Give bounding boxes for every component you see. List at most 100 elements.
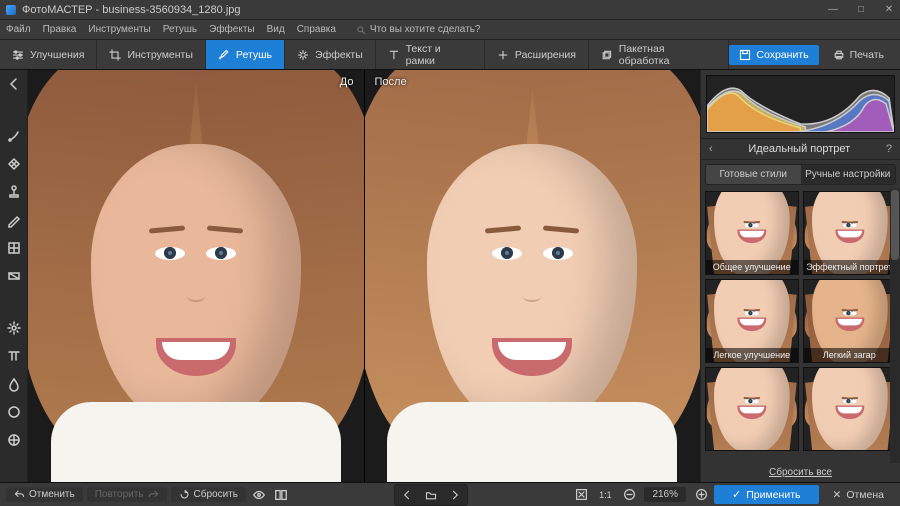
preset-label: Эффектный портрет [804,260,896,274]
next-icon[interactable] [444,486,466,504]
reset-button[interactable]: Сбросить [171,487,246,502]
canvas[interactable]: До После [28,70,700,482]
grid-icon[interactable] [6,240,22,256]
tab-batch-label: Пакетная обработка [619,43,717,67]
tab-batch[interactable]: Пакетная обработка [589,40,729,69]
menu-search-placeholder: Что вы хотите сделать? [370,24,481,35]
prev-icon[interactable] [396,486,418,504]
plus-icon [497,49,509,61]
preset-item[interactable] [705,367,799,451]
zoom-in-icon[interactable] [692,486,710,504]
pencil-icon[interactable] [6,212,22,228]
heal-icon[interactable] [6,128,22,144]
menu-view[interactable]: Вид [267,24,285,35]
toolbar: Улучшения Инструменты Ретушь Эффекты Тек… [0,40,900,70]
menu-retouch[interactable]: Ретушь [163,24,197,35]
panel-title: Идеальный портрет [748,143,850,155]
stamp-icon[interactable] [6,184,22,200]
fit-icon[interactable] [572,486,590,504]
search-icon [356,25,366,35]
tab-extensions[interactable]: Расширения [485,40,589,69]
cancel-button[interactable]: ✕Отмена [823,486,895,504]
panel-back-icon[interactable]: ‹ [709,143,713,155]
close-icon[interactable]: ✕ [884,5,894,15]
menu-tools[interactable]: Инструменты [88,24,150,35]
side-toolbar [0,70,28,482]
menu-edit[interactable]: Правка [43,24,77,35]
zoom-out-icon[interactable] [620,486,638,504]
menu-search[interactable]: Что вы хотите сделать? [356,24,481,35]
menu-file[interactable]: Файл [6,24,31,35]
zoom-value[interactable]: 216% [644,487,686,502]
circle-icon[interactable] [6,404,22,420]
brush-icon [218,49,230,61]
type-icon[interactable] [6,348,22,364]
panel-tab-manual[interactable]: Ручные настройки [801,165,896,184]
reset-label: Сбросить [194,489,238,500]
folder-icon[interactable] [420,486,442,504]
app-logo-icon [6,5,16,15]
sparkle-icon [297,49,309,61]
tab-effects[interactable]: Эффекты [285,40,376,69]
preset-item[interactable]: Легкий загар [803,279,897,363]
preset-item[interactable]: Легкое улучшение [705,279,799,363]
back-icon[interactable] [6,76,22,92]
tab-retouch[interactable]: Ретушь [206,40,285,69]
panel-help-icon[interactable]: ? [886,143,892,155]
one-to-one-button[interactable]: 1:1 [596,486,614,504]
preset-scrollbar[interactable] [890,189,900,463]
menu-effects[interactable]: Эффекты [209,24,254,35]
tab-extensions-label: Расширения [515,49,576,61]
print-icon [833,49,845,61]
drop-icon[interactable] [6,376,22,392]
compare-icon[interactable] [272,486,290,504]
save-button[interactable]: Сохранить [729,45,818,65]
bottombar: Отменить Повторить Сбросить 1:1 216% ✓Пр… [0,482,900,506]
preset-label: Легкий загар [804,348,896,362]
print-button[interactable]: Печать [825,45,892,65]
light-icon[interactable] [6,320,22,336]
preset-label: Общее улучшение [706,260,798,274]
gradient-icon[interactable] [6,268,22,284]
reset-all-link[interactable]: Сбросить все [701,463,900,482]
preset-item[interactable]: Эффектный портрет [803,191,897,275]
redo-label: Повторить [95,489,144,500]
print-button-label: Печать [850,49,884,61]
apply-label: Применить [746,489,800,501]
titlebar: ФотоМАСТЕР - business-3560934_1280.jpg —… [0,0,900,20]
crop-icon [109,49,121,61]
undo-button[interactable]: Отменить [6,487,83,502]
stack-icon [601,49,613,61]
redo-icon [148,489,159,500]
tab-tools-label: Инструменты [127,49,192,61]
target-icon[interactable] [6,432,22,448]
tab-effects-label: Эффекты [315,49,363,61]
cancel-label: Отмена [846,489,884,501]
apply-button[interactable]: ✓Применить [714,485,818,504]
menu-help[interactable]: Справка [297,24,336,35]
undo-label: Отменить [29,489,75,500]
preset-label: Легкое улучшение [706,348,798,362]
undo-icon [14,489,25,500]
preset-item[interactable] [803,367,897,451]
tab-tools[interactable]: Инструменты [97,40,205,69]
reset-icon [179,489,190,500]
redo-button[interactable]: Повторить [87,487,167,502]
patch-icon[interactable] [6,156,22,172]
tab-text[interactable]: Текст и рамки [376,40,485,69]
window-title: ФотоМАСТЕР - business-3560934_1280.jpg [22,4,241,16]
tab-enhance[interactable]: Улучшения [0,40,97,69]
minimize-icon[interactable]: — [828,5,838,15]
tab-enhance-label: Улучшения [30,49,84,61]
maximize-icon[interactable]: □ [856,5,866,15]
eye-icon[interactable] [250,486,268,504]
tab-text-label: Текст и рамки [406,43,472,67]
preset-item[interactable]: Общее улучшение [705,191,799,275]
save-icon [739,49,751,61]
panel-tab-presets[interactable]: Готовые стили [706,165,801,184]
histogram[interactable] [706,75,895,133]
right-panel: ‹ Идеальный портрет ? Готовые стили Ручн… [700,70,900,482]
before-label: До [340,76,354,88]
text-icon [388,49,400,61]
after-label: После [375,76,407,88]
